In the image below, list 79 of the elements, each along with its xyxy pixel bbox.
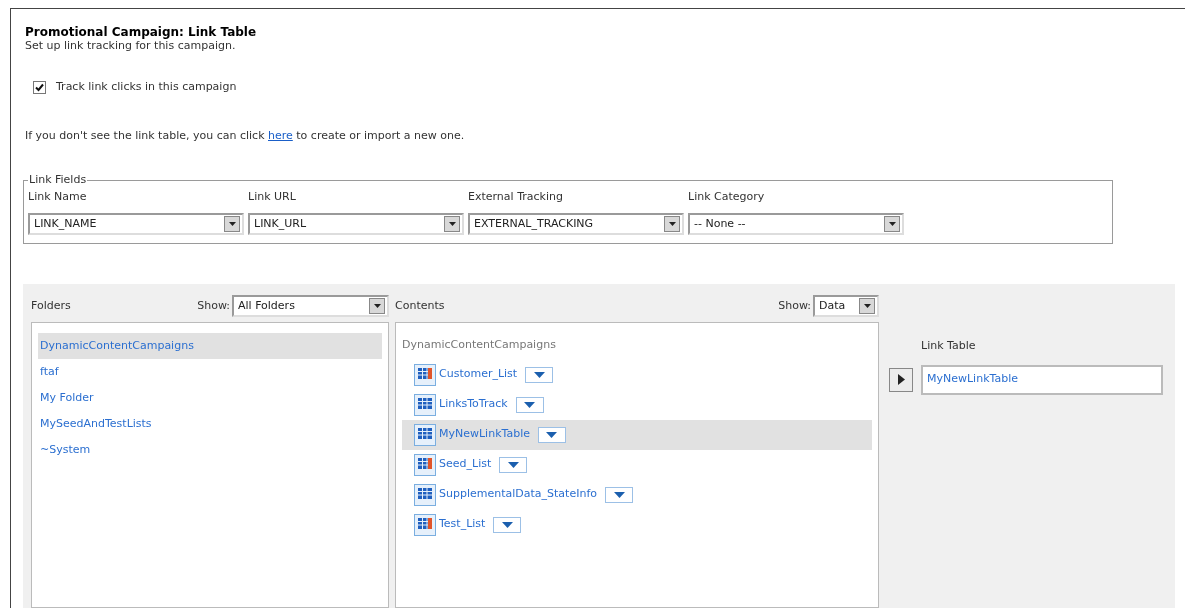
- here-link[interactable]: here: [268, 128, 293, 142]
- item-label: Test_List: [439, 516, 486, 533]
- table-icon: [414, 423, 436, 446]
- item-menu-button[interactable]: [537, 426, 566, 443]
- caret-icon: [373, 304, 381, 308]
- item-menu-button[interactable]: [499, 456, 528, 473]
- play-icon: [897, 374, 905, 385]
- table-icon: [414, 393, 436, 416]
- item-label: Customer_List: [439, 366, 518, 383]
- page-subtitle: Set up link tracking for this campaign.: [25, 39, 237, 53]
- panel-title: Folders: [31, 297, 72, 314]
- caret-icon: [546, 431, 558, 438]
- field-label: Link URL: [248, 188, 297, 205]
- item-menu-button[interactable]: [493, 516, 522, 533]
- list-table-icon: [414, 453, 436, 476]
- select-field[interactable]: LINK_NAME: [28, 213, 244, 235]
- link-table-field[interactable]: MyNewLinkTable: [921, 364, 1163, 395]
- checkbox-label: Track link clicks in this campaign: [56, 79, 237, 95]
- field-label: External Tracking: [468, 188, 564, 205]
- select-value: All Folders: [238, 297, 296, 314]
- select-field[interactable]: All Folders: [232, 295, 389, 317]
- page-title: Promotional Campaign: Link Table: [25, 25, 258, 39]
- caret-icon: [533, 371, 545, 378]
- select-value: EXTERNAL_TRACKING: [474, 215, 595, 232]
- item-menu-button[interactable]: [605, 486, 633, 503]
- content-item[interactable]: Customer_List: [402, 359, 872, 390]
- table-icon: [414, 483, 436, 506]
- caret-icon: [863, 304, 871, 308]
- select-field[interactable]: Data: [813, 295, 879, 317]
- folder-item[interactable]: DynamicContentCampaigns: [38, 333, 382, 359]
- select-value: Data: [819, 297, 847, 314]
- field-label: Link Name: [28, 188, 88, 205]
- dropdown-button[interactable]: [859, 298, 875, 314]
- link-table-label: Link Table: [921, 338, 977, 354]
- content-item[interactable]: Seed_List: [402, 449, 872, 480]
- list-table-icon: [414, 513, 436, 536]
- show-label: Show:: [778, 297, 811, 314]
- field-label: Link Category: [688, 188, 766, 205]
- dropdown-button[interactable]: [884, 216, 900, 232]
- folder-item[interactable]: ftaf: [38, 359, 382, 385]
- select-field[interactable]: -- None --: [688, 213, 904, 235]
- folder-path: DynamicContentCampaigns: [402, 337, 557, 353]
- item-label: MyNewLinkTable: [439, 426, 530, 443]
- item-label: Seed_List: [439, 456, 492, 473]
- item-menu-button[interactable]: [525, 366, 554, 383]
- caret-icon: [524, 401, 536, 408]
- info-text: If you don't see the link table, you can click here to create or import a new one.: [25, 127, 466, 144]
- content-item[interactable]: LinksToTrack: [402, 389, 872, 420]
- folder-item[interactable]: MySeedAndTestLists: [38, 411, 382, 437]
- content-item[interactable]: MyNewLinkTable: [402, 419, 872, 450]
- item-label: SupplementalData_StateInfo: [439, 486, 597, 503]
- fieldset-legend: Link Fields: [28, 172, 88, 189]
- item-label: LinksToTrack: [439, 396, 508, 413]
- caret-icon: [448, 222, 456, 226]
- select-value: -- None --: [694, 215, 747, 232]
- content-item[interactable]: Test_List: [402, 509, 872, 540]
- caret-icon: [501, 521, 513, 528]
- select-field[interactable]: EXTERNAL_TRACKING: [468, 213, 684, 235]
- caret-icon: [507, 461, 519, 468]
- select-value: LINK_NAME: [34, 215, 98, 232]
- dropdown-button[interactable]: [444, 216, 460, 232]
- content-item[interactable]: SupplementalData_StateInfo: [402, 479, 872, 510]
- item-menu-button[interactable]: [515, 396, 544, 413]
- select-field[interactable]: LINK_URL: [248, 213, 464, 235]
- add-button[interactable]: [889, 367, 913, 392]
- caret-icon: [613, 491, 625, 498]
- panel-title: Contents: [395, 297, 446, 314]
- dropdown-button[interactable]: [369, 298, 385, 314]
- select-value: LINK_URL: [254, 215, 308, 232]
- list-table-icon: [414, 363, 436, 386]
- dropdown-button[interactable]: [664, 216, 680, 232]
- caret-icon: [888, 222, 896, 226]
- dropdown-button[interactable]: [224, 216, 240, 232]
- caret-icon: [228, 222, 236, 226]
- folder-item[interactable]: ~System: [38, 437, 382, 463]
- checkbox[interactable]: [33, 80, 46, 94]
- show-label: Show:: [197, 297, 230, 314]
- caret-icon: [668, 222, 676, 226]
- folder-item[interactable]: My Folder: [38, 385, 382, 411]
